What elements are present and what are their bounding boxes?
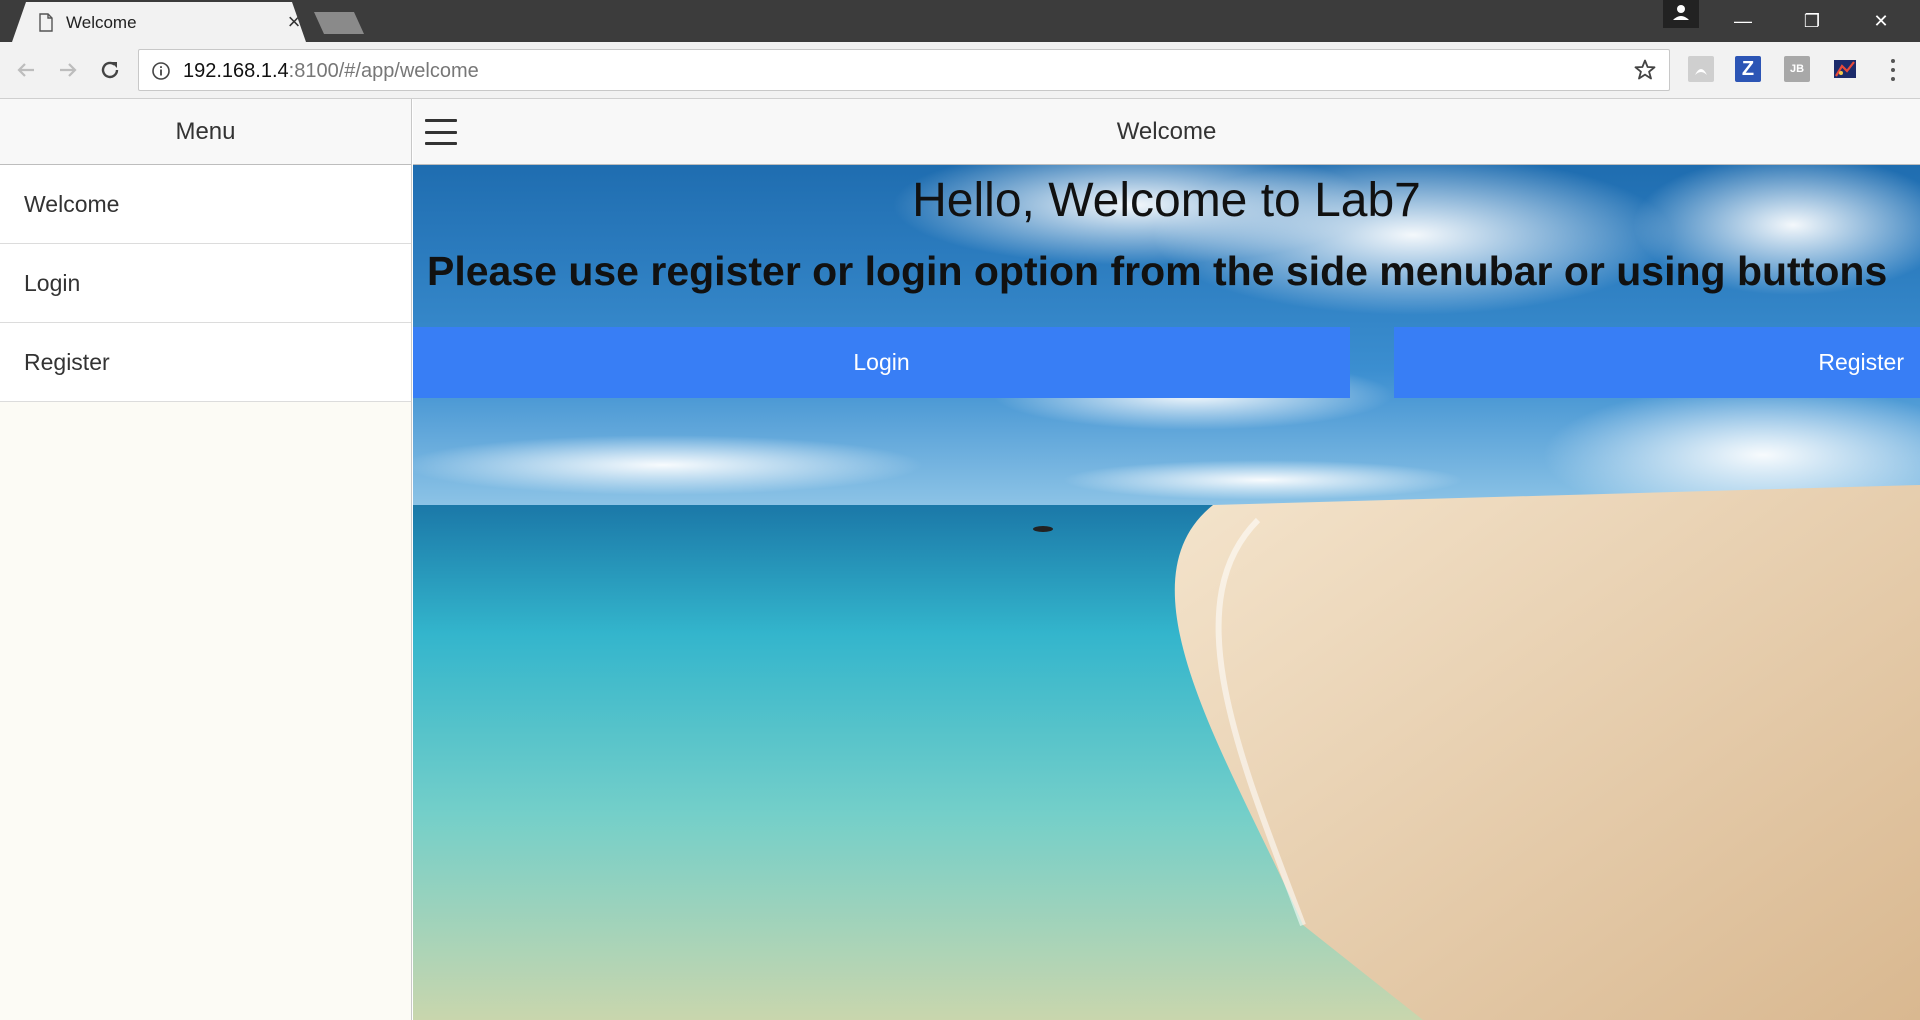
arrow-left-icon xyxy=(17,63,34,77)
reload-button[interactable] xyxy=(92,52,128,88)
person-icon xyxy=(1673,5,1689,20)
restore-button[interactable]: ❐ xyxy=(1778,0,1846,42)
close-window-button[interactable]: ✕ xyxy=(1847,0,1915,42)
jetbrains-extension-icon[interactable]: JB xyxy=(1784,56,1810,82)
url-host: 192.168.1.4 xyxy=(183,60,289,82)
profile-button[interactable] xyxy=(1663,0,1699,28)
welcome-content: Hello, Welcome to Lab7 Please use regist… xyxy=(413,165,1920,1020)
info-icon[interactable] xyxy=(151,61,171,81)
side-menu-item-login[interactable]: Login xyxy=(0,244,411,323)
tab-title: Welcome xyxy=(66,13,137,32)
star-icon[interactable] xyxy=(1633,58,1657,82)
side-menu-list: Welcome Login Register xyxy=(0,165,411,402)
reload-icon xyxy=(101,61,119,79)
page-title: Welcome xyxy=(1116,118,1217,145)
side-menu-item-welcome[interactable]: Welcome xyxy=(0,165,411,244)
login-button[interactable]: Login xyxy=(413,327,1350,398)
welcome-instruction: Please use register or login option from… xyxy=(427,248,1888,294)
side-menu-item-register[interactable]: Register xyxy=(0,323,411,402)
chart-glyph-icon xyxy=(1834,60,1856,78)
address-bar[interactable]: 192.168.1.4:8100/#/app/welcome xyxy=(138,49,1670,91)
tab-close-icon[interactable]: × xyxy=(283,11,305,33)
new-tab-button[interactable] xyxy=(314,12,364,34)
minimize-button[interactable]: — xyxy=(1709,0,1777,42)
side-menu-title: Menu xyxy=(0,99,411,165)
chart-extension-icon[interactable] xyxy=(1832,56,1858,82)
main-header: Welcome xyxy=(413,99,1920,165)
zotero-extension-icon[interactable]: Z xyxy=(1735,56,1761,82)
pdf-extension-icon[interactable] xyxy=(1688,56,1714,82)
browser-titlebar: Welcome × — ❐ ✕ xyxy=(0,0,1920,42)
page-icon xyxy=(38,13,54,32)
kebab-menu-icon[interactable] xyxy=(1880,56,1906,84)
url-text[interactable]: 192.168.1.4:8100/#/app/welcome xyxy=(183,60,479,83)
side-menu: Menu Welcome Login Register xyxy=(0,99,412,1020)
browser-tab[interactable]: Welcome × xyxy=(12,2,306,42)
arrow-right-icon xyxy=(60,63,77,77)
url-path: :8100/#/app/welcome xyxy=(288,60,479,82)
pdf-glyph-icon xyxy=(1695,69,1707,75)
browser-toolbar: 192.168.1.4:8100/#/app/welcome Z JB xyxy=(0,42,1920,99)
forward-button[interactable] xyxy=(50,52,86,88)
header-title-wrap: Welcome xyxy=(413,99,1920,165)
register-button[interactable]: Register xyxy=(1394,327,1920,398)
welcome-heading: Hello, Welcome to Lab7 xyxy=(912,174,1421,227)
back-button[interactable] xyxy=(8,52,44,88)
main-pane: Welcome Hello, Welcome to Lab7 Please us… xyxy=(413,99,1920,1020)
